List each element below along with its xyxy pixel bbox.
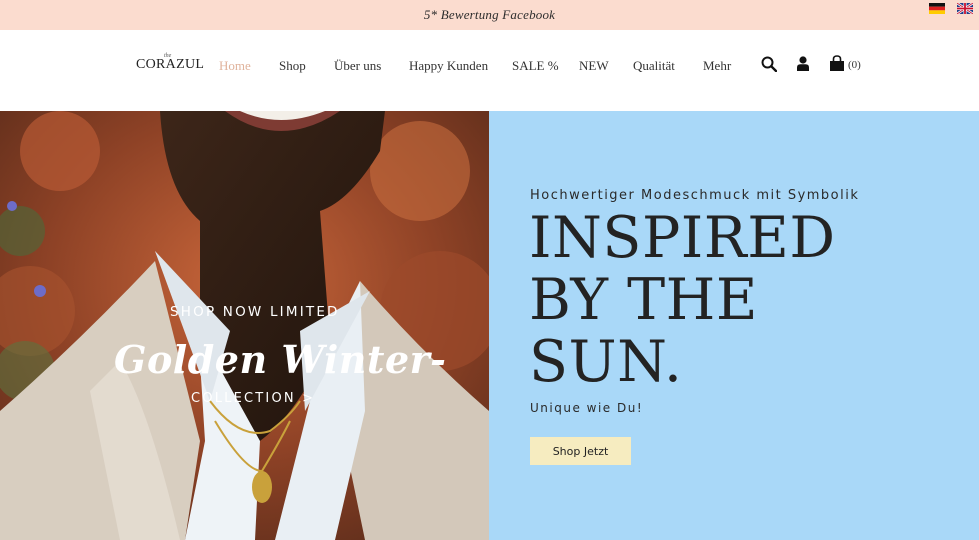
nav-new[interactable]: NEW xyxy=(579,58,609,74)
account-icon[interactable] xyxy=(797,56,809,71)
hero-overlay-eyebrow: SHOP NOW LIMITED xyxy=(170,304,340,320)
promo-bar: 5* Bewertung Facebook xyxy=(0,0,979,30)
de-flag-icon[interactable] xyxy=(929,3,945,14)
site-header: the CORAZUL Home Shop Über uns Happy Kun… xyxy=(0,30,979,111)
nav-more[interactable]: Mehr xyxy=(703,58,731,74)
nav-home[interactable]: Home xyxy=(219,58,251,74)
hero-subline: Unique wie Du! xyxy=(530,401,644,415)
site-logo[interactable]: CORAZUL xyxy=(136,57,204,73)
nav-shop[interactable]: Shop xyxy=(279,58,306,74)
hero-image[interactable]: SHOP NOW LIMITED Golden Winter- COLLECTI… xyxy=(0,111,489,540)
cart-count[interactable]: (0) xyxy=(848,59,861,71)
hero-panel: Hochwertiger Modeschmuck mit Symbolik IN… xyxy=(489,111,979,540)
search-icon[interactable] xyxy=(761,56,777,72)
shop-now-button[interactable]: Shop Jetzt xyxy=(530,437,631,465)
uk-flag-icon[interactable] xyxy=(957,3,973,14)
collection-link[interactable]: COLLECTION > xyxy=(191,391,315,406)
cart-icon[interactable] xyxy=(829,55,845,71)
nav-about[interactable]: Über uns xyxy=(334,58,381,74)
hero-photo xyxy=(0,111,489,540)
promo-text[interactable]: 5* Bewertung Facebook xyxy=(424,7,555,23)
nav-quality[interactable]: Qualität xyxy=(633,58,675,74)
hero-overlay-title: Golden Winter- xyxy=(114,337,447,382)
headline-line: BY THE xyxy=(529,267,758,333)
hero-tagline: Hochwertiger Modeschmuck mit Symbolik xyxy=(530,188,860,203)
hero-headline: INSPIRED BY THE SUN. xyxy=(529,207,949,393)
nav-happy-customers[interactable]: Happy Kunden xyxy=(409,58,488,74)
headline-line: INSPIRED xyxy=(529,205,836,271)
language-switcher xyxy=(929,3,973,14)
nav-sale[interactable]: SALE % xyxy=(512,58,559,74)
headline-line: SUN. xyxy=(529,329,683,395)
